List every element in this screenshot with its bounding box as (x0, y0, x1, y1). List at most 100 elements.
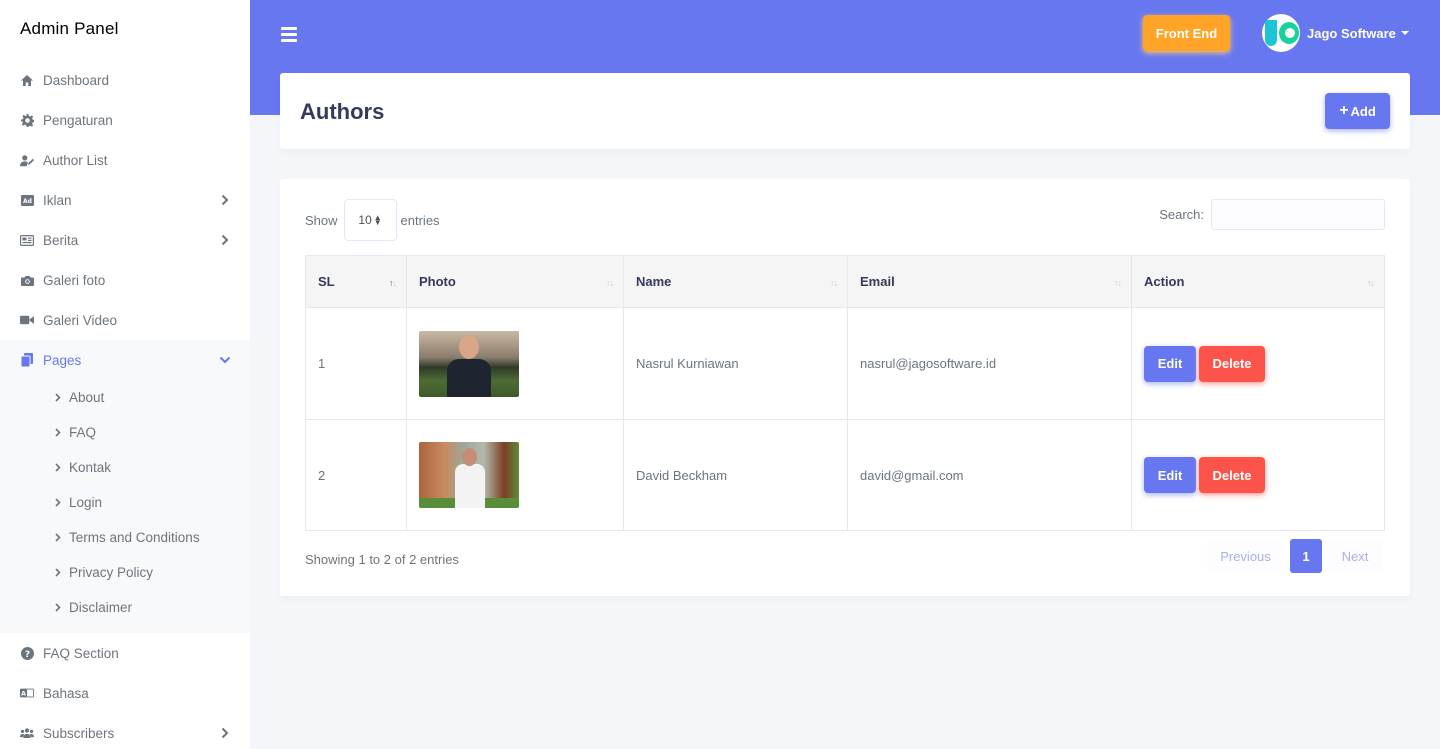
cell-photo (406, 419, 624, 531)
column-header-sl[interactable]: SL ↑↓ (305, 255, 407, 308)
sidebar-item-dashboard[interactable]: Dashboard (0, 60, 250, 100)
page-length-control: Show 10 ▲ ▼ entries (305, 199, 440, 241)
entries-label: entries (400, 212, 440, 228)
column-label: Name (636, 274, 672, 289)
sidebar-item-label: Iklan (43, 192, 72, 208)
chevron-right-icon (55, 533, 63, 542)
sidebar-item-berita[interactable]: Berita (0, 220, 250, 260)
author-photo (419, 442, 519, 508)
column-label: Action (1144, 274, 1185, 289)
column-label: SL (318, 274, 335, 289)
column-header-photo[interactable]: Photo ↑↓ (406, 255, 624, 308)
chevron-right-icon (55, 463, 63, 472)
authors-card: Show 10 ▲ ▼ entries Search: SL ↑↓ Photo ↑… (280, 179, 1410, 596)
sidebar-item-bahasa[interactable]: A Bahasa (0, 673, 250, 713)
table-row: 2 David Beckham david@gmail.com Edit Dele… (305, 419, 1385, 531)
user-dropdown[interactable]: Jago Software (1262, 14, 1409, 52)
user-edit-icon (20, 153, 34, 167)
page-1-button[interactable]: 1 (1290, 539, 1322, 573)
hamburger-menu-icon[interactable] (281, 27, 297, 43)
select-arrows-icon: ▲ ▼ (373, 213, 382, 227)
submenu-item-label: Privacy Policy (69, 565, 154, 580)
svg-text:A: A (21, 691, 26, 698)
cell-sl: 1 (305, 307, 407, 420)
search-control: Search: (1159, 199, 1385, 230)
pagination: Previous 1 Next (1207, 539, 1382, 573)
submenu-item-about[interactable]: About (0, 380, 250, 415)
ad-icon: Ad (20, 193, 34, 207)
question-circle-icon: ? (20, 646, 34, 660)
front-end-button[interactable]: Front End (1143, 15, 1230, 51)
delete-button[interactable]: Delete (1199, 457, 1265, 493)
sidebar-item-author-list[interactable]: Author List (0, 140, 250, 180)
submenu-item-terms[interactable]: Terms and Conditions (0, 520, 250, 555)
show-label: Show (305, 212, 338, 228)
sidebar-item-label: Berita (43, 232, 79, 248)
sidebar-item-label: Author List (43, 152, 108, 168)
language-icon: A (20, 686, 34, 700)
svg-text:?: ? (24, 650, 29, 660)
sidebar-item-pengaturan[interactable]: Pengaturan (0, 100, 250, 140)
column-header-email[interactable]: Email ↑↓ (847, 255, 1132, 308)
column-header-action[interactable]: Action ↑↓ (1131, 255, 1385, 308)
chevron-right-icon (218, 193, 232, 207)
chevron-right-icon (55, 568, 63, 577)
submenu-item-label: Kontak (69, 460, 112, 475)
sidebar-item-galeri-video[interactable]: Galeri Video (0, 300, 250, 340)
next-page-button[interactable]: Next (1328, 539, 1382, 573)
sidebar-item-faq-section[interactable]: ? FAQ Section (0, 633, 250, 673)
sidebar-item-pages[interactable]: Pages (0, 340, 250, 380)
sidebar-menu: Dashboard Pengaturan Author List Ad Ikla… (0, 60, 250, 380)
sidebar-item-label: Bahasa (43, 685, 89, 701)
sidebar-item-iklan[interactable]: Ad Iklan (0, 180, 250, 220)
chevron-right-icon (218, 233, 232, 247)
table-info: Showing 1 to 2 of 2 entries (305, 552, 459, 567)
page-length-select[interactable]: 10 ▲ ▼ (343, 199, 397, 241)
svg-text:Ad: Ad (23, 198, 32, 205)
video-icon (20, 313, 34, 327)
gear-icon (20, 113, 34, 127)
submenu-item-kontak[interactable]: Kontak (0, 450, 250, 485)
copy-icon (20, 353, 34, 367)
camera-icon (20, 273, 34, 287)
edit-button[interactable]: Edit (1144, 457, 1196, 493)
sidebar-menu-bottom: ? FAQ Section A Bahasa Subscribers (0, 633, 250, 749)
sort-icon: ↑↓ (830, 278, 838, 288)
delete-button[interactable]: Delete (1199, 345, 1265, 382)
sidebar-item-subscribers[interactable]: Subscribers (0, 713, 250, 749)
sidebar-item-label: Subscribers (43, 725, 115, 741)
sidebar-item-galeri-foto[interactable]: Galeri foto (0, 260, 250, 300)
cell-email: david@gmail.com (847, 419, 1132, 531)
sidebar: Admin Panel Dashboard Pengaturan Author … (0, 0, 250, 749)
edit-button[interactable]: Edit (1144, 345, 1196, 382)
table-header-row: SL ↑↓ Photo ↑↓ Name ↑↓ Email ↑↓ Action ↑… (305, 255, 1385, 308)
pages-submenu: About FAQ Kontak Login Terms and Conditi… (0, 380, 250, 633)
users-icon (20, 726, 34, 740)
newspaper-icon (20, 233, 34, 247)
plus-icon: + (1339, 102, 1349, 119)
cell-sl: 2 (305, 419, 407, 531)
cell-name: David Beckham (623, 419, 848, 531)
sidebar-item-label: Dashboard (43, 72, 110, 88)
previous-page-button[interactable]: Previous (1207, 539, 1284, 573)
sidebar-item-label: Pengaturan (43, 112, 113, 128)
submenu-item-label: Terms and Conditions (69, 530, 200, 545)
chevron-right-icon (55, 393, 63, 402)
sidebar-item-label: Galeri foto (43, 272, 106, 288)
caret-down-icon (1400, 31, 1409, 35)
submenu-item-disclaimer[interactable]: Disclaimer (0, 590, 250, 625)
submenu-item-login[interactable]: Login (0, 485, 250, 520)
submenu-item-privacy-policy[interactable]: Privacy Policy (0, 555, 250, 590)
app-title[interactable]: Admin Panel (0, 0, 250, 60)
chevron-right-icon (55, 603, 63, 612)
sort-icon: ↑↓ (1114, 278, 1122, 288)
submenu-item-label: FAQ (69, 425, 97, 440)
search-input[interactable] (1211, 199, 1385, 230)
column-header-name[interactable]: Name ↑↓ (623, 255, 848, 308)
add-author-button[interactable]: + Add (1325, 93, 1390, 129)
submenu-item-faq[interactable]: FAQ (0, 415, 250, 450)
authors-table: SL ↑↓ Photo ↑↓ Name ↑↓ Email ↑↓ Action ↑… (305, 255, 1385, 531)
cell-action: Edit Delete (1131, 307, 1385, 420)
home-icon (20, 73, 34, 87)
search-label: Search: (1159, 207, 1204, 222)
